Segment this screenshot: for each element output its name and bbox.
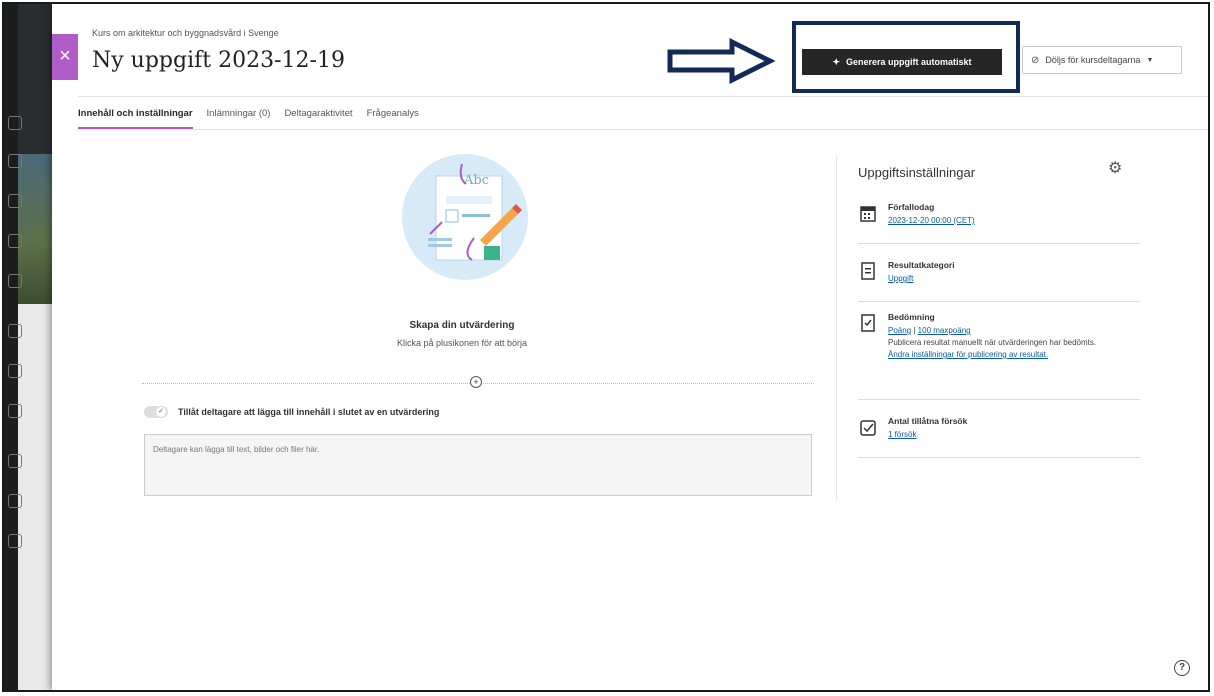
underlying-page — [4, 4, 52, 690]
document-icon — [861, 262, 875, 280]
underlying-nav-icon — [8, 454, 22, 468]
grading-label: Bedömning — [888, 312, 935, 322]
settings-divider — [858, 243, 1140, 244]
underlying-course-image — [18, 154, 52, 304]
underlying-nav-icon — [8, 194, 22, 208]
breadcrumb: Kurs om arkitektur och byggnadsvård i Sv… — [92, 28, 279, 38]
allow-content-label: Tillåt deltagare att lägga till innehåll… — [178, 407, 440, 417]
check-icon: ✓ — [156, 407, 166, 417]
underlying-nav-icon — [8, 116, 22, 130]
due-date-link[interactable]: 2023-12-20 00:00 (CET) — [888, 216, 975, 225]
assignment-panel: × Kurs om arkitektur och byggnadsvård i … — [52, 4, 1208, 690]
tabs-divider — [78, 129, 1208, 130]
assessment-illustration: Abc — [402, 154, 528, 280]
gear-icon[interactable]: ⚙ — [1108, 158, 1122, 178]
underlying-nav-icon — [8, 324, 22, 338]
underlying-nav-icon — [8, 234, 22, 248]
tab-submissions[interactable]: Inlämningar (0) — [207, 108, 271, 129]
help-icon[interactable]: ? — [1174, 660, 1190, 676]
settings-divider — [858, 457, 1140, 458]
empty-state-subtitle: Klicka på plusikonen för att börja — [396, 338, 528, 348]
tab-activity[interactable]: Deltagaraktivitet — [284, 108, 352, 129]
annotation-arrow-icon — [667, 38, 776, 84]
grading-scheme-link[interactable]: Poäng — [888, 326, 911, 335]
generate-assignment-label: Generera uppgift automatiskt — [846, 57, 972, 67]
grade-category-label: Resultatkategori — [888, 260, 955, 270]
calendar-icon — [860, 206, 876, 222]
empty-state-title: Skapa din utvärdering — [409, 320, 515, 331]
grading-note: Publicera resultat manuellt när utvärder… — [888, 338, 1097, 347]
chevron-down-icon: ▼ — [1146, 56, 1154, 64]
visibility-dropdown[interactable]: ⊘ Döljs för kursdeltagarna ▼ — [1022, 46, 1182, 74]
underlying-nav-icon — [8, 154, 22, 168]
sparkle-icon: ✦ — [832, 56, 840, 67]
allow-content-toggle[interactable]: ✓ — [144, 406, 168, 418]
underlying-nav-icon — [8, 404, 22, 418]
eye-hidden-icon: ⊘ — [1031, 54, 1040, 66]
underlying-content — [18, 304, 52, 690]
settings-title: Uppgiftsinställningar — [858, 165, 976, 180]
underlying-nav-icon — [8, 364, 22, 378]
checkbox-icon — [860, 420, 876, 436]
underlying-nav-icon — [8, 494, 22, 508]
settings-separator — [836, 156, 837, 500]
attempts-link[interactable]: 1 försök — [888, 430, 916, 439]
close-icon: × — [59, 45, 71, 67]
settings-divider — [858, 399, 1140, 400]
page-title: Ny uppgift 2023-12-19 — [92, 48, 345, 73]
tab-content-settings[interactable]: Innehåll och inställningar — [78, 108, 193, 129]
due-date-label: Förfallodag — [888, 202, 935, 212]
max-points-link[interactable]: 100 maxpoäng — [918, 326, 971, 335]
grade-category-link[interactable]: Uppgift — [888, 274, 913, 283]
settings-divider — [858, 301, 1140, 302]
grading-icon — [861, 314, 875, 332]
tab-bar: Innehåll och inställningar Inlämningar (… — [78, 108, 433, 129]
generate-assignment-button[interactable]: ✦ Generera uppgift automatiskt — [802, 49, 1002, 75]
tab-question-analysis[interactable]: Frågeanalys — [367, 108, 419, 129]
visibility-label: Döljs för kursdeltagarna — [1045, 55, 1141, 65]
underlying-nav-icon — [8, 534, 22, 548]
publish-settings-link[interactable]: Ändra inställningar för publicering av r… — [888, 350, 1048, 359]
attempts-label: Antal tillåtna försök — [888, 416, 968, 426]
add-content-plus-icon[interactable]: + — [470, 376, 482, 388]
header-divider — [78, 96, 1208, 97]
abc-text: Abc — [463, 173, 489, 188]
underlying-nav-icon — [8, 274, 22, 288]
close-panel-button[interactable]: × — [52, 34, 78, 80]
underlying-nav-strip — [4, 4, 18, 690]
participant-content-field[interactable]: Deltagare kan lägga till text, bilder oc… — [144, 434, 812, 496]
screenshot-frame: × Kurs om arkitektur och byggnadsvård i … — [2, 2, 1210, 692]
